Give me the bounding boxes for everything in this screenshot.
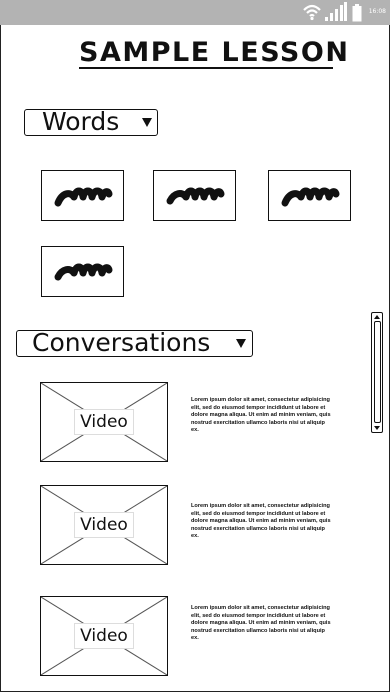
video-label: Video <box>74 623 134 649</box>
chevron-down-icon <box>142 118 152 127</box>
chevron-down-icon <box>236 339 246 348</box>
video-placeholder[interactable]: Video <box>40 382 168 462</box>
page-title: SAMPLE LESSON <box>79 37 350 69</box>
scribble-word-icon <box>54 187 113 207</box>
word-card[interactable] <box>41 170 124 221</box>
status-time: 16:08 <box>368 8 386 15</box>
video-placeholder[interactable]: Video <box>40 596 168 676</box>
scrollbar-thumb[interactable] <box>374 321 381 423</box>
conversation-description: Lorem ipsum dolor sit amet, consectetur … <box>191 605 331 642</box>
signal-icon <box>324 2 348 26</box>
scribble-word-icon <box>54 263 113 281</box>
word-card[interactable] <box>268 170 351 221</box>
word-card[interactable] <box>41 246 124 297</box>
wifi-icon <box>302 3 322 25</box>
video-placeholder[interactable]: Video <box>40 485 168 565</box>
scroll-down-icon[interactable] <box>374 426 380 430</box>
scribble-word-icon <box>166 187 225 205</box>
words-dropdown[interactable]: Words <box>24 107 158 136</box>
scribble-word-icon <box>281 187 340 207</box>
scroll-up-icon[interactable] <box>374 315 380 319</box>
status-bar: 16:08 <box>0 0 390 25</box>
battery-icon <box>352 4 362 26</box>
video-label: Video <box>74 512 134 538</box>
conversations-dropdown-label: Conversations <box>32 328 211 357</box>
conversation-description: Lorem ipsum dolor sit amet, consectetur … <box>191 503 331 540</box>
words-dropdown-label: Words <box>42 107 120 136</box>
word-card[interactable] <box>153 170 236 221</box>
conversation-description: Lorem ipsum dolor sit amet, consectetur … <box>191 397 331 434</box>
vertical-scrollbar[interactable] <box>371 312 383 433</box>
conversations-dropdown[interactable]: Conversations <box>16 328 253 357</box>
video-label: Video <box>74 409 134 435</box>
